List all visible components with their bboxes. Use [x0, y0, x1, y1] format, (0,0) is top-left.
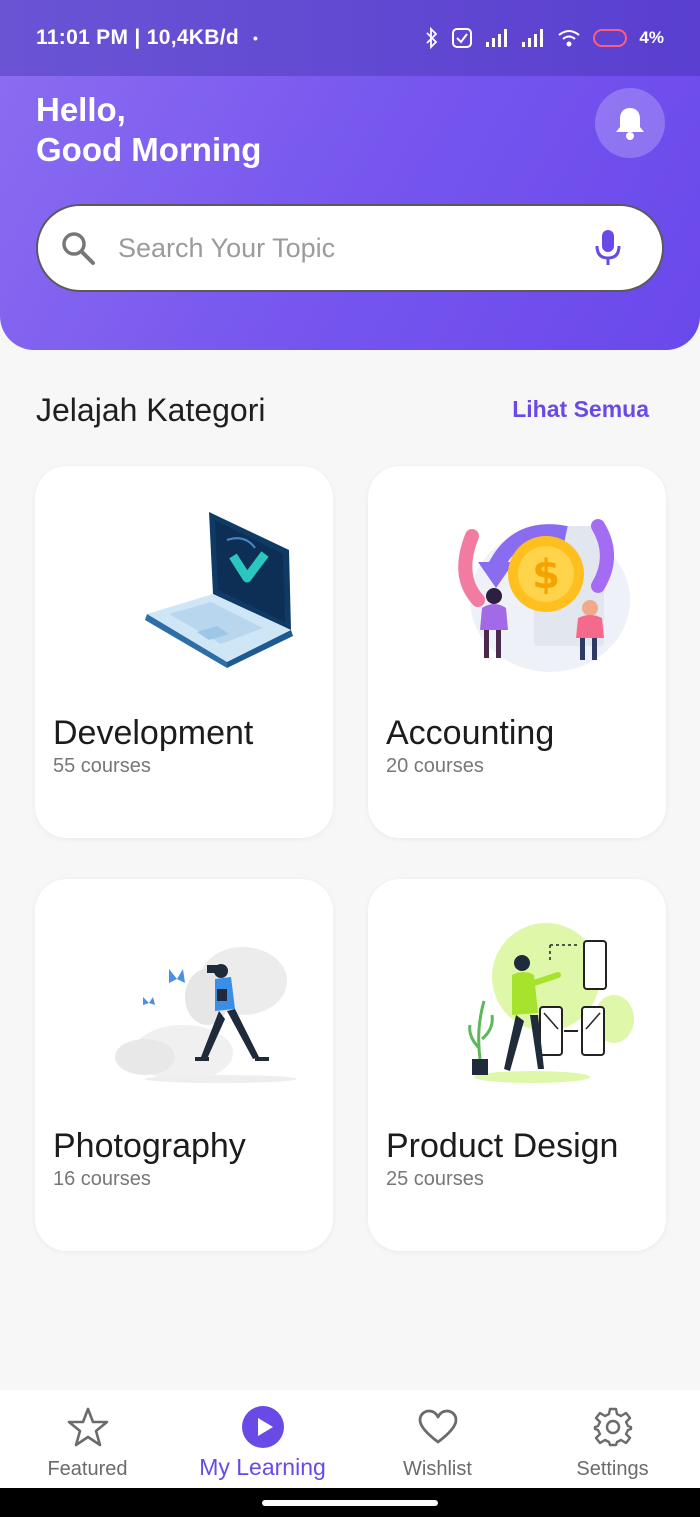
home-indicator[interactable]	[262, 1500, 438, 1506]
category-name: Development	[53, 714, 254, 752]
notification-button[interactable]	[595, 88, 665, 158]
nav-my-learning[interactable]: My Learning	[175, 1390, 350, 1488]
bottom-navigation: Featured My Learning Wishlist Settings	[0, 1390, 700, 1488]
search-icon	[62, 232, 95, 265]
see-all-link[interactable]: Lihat Semua	[512, 396, 649, 423]
nav-featured[interactable]: Featured	[0, 1390, 175, 1488]
greeting: Hello, Good Morning	[36, 90, 261, 170]
gear-icon	[593, 1407, 632, 1447]
photographer-illustration	[115, 947, 297, 1083]
signal-icon	[522, 29, 544, 47]
microphone-icon[interactable]	[594, 228, 622, 268]
nav-featured-label: Featured	[47, 1458, 128, 1480]
category-count: 25 courses	[386, 1168, 484, 1190]
status-bar: 11:01 PM | 10,4KB/d • 4%	[0, 0, 700, 76]
checkbox-icon	[452, 28, 473, 48]
section-title: Jelajah Kategori	[36, 392, 266, 428]
bell-icon	[616, 108, 644, 140]
greeting-line-1: Hello,	[36, 91, 126, 128]
category-count: 55 courses	[53, 755, 151, 777]
status-icons: 4%	[425, 27, 664, 49]
status-time: 11:01 PM | 10,4KB/d	[36, 26, 239, 49]
coin-illustration: $	[458, 519, 630, 672]
nav-wishlist[interactable]: Wishlist	[350, 1390, 525, 1488]
play-icon	[241, 1406, 284, 1448]
search-bar[interactable]	[36, 204, 664, 292]
nav-settings-label: Settings	[576, 1458, 649, 1480]
status-dot: •	[253, 30, 258, 46]
category-card-development[interactable]: Development 55 courses	[35, 466, 333, 838]
category-name: Accounting	[386, 714, 555, 752]
category-name: Photography	[53, 1127, 246, 1165]
greeting-line-2: Good Morning	[36, 131, 262, 168]
nav-settings[interactable]: Settings	[525, 1390, 700, 1488]
search-input[interactable]	[118, 232, 594, 264]
star-icon	[67, 1407, 108, 1447]
nav-my-learning-label: My Learning	[199, 1454, 326, 1480]
category-card-product-design[interactable]: Product Design 25 courses	[368, 879, 666, 1251]
signal-icon	[486, 29, 508, 47]
heart-icon	[418, 1409, 457, 1444]
category-name: Product Design	[386, 1127, 619, 1165]
category-count: 16 courses	[53, 1168, 151, 1190]
header: Hello, Good Morning	[0, 76, 700, 350]
designer-illustration	[468, 923, 634, 1083]
wifi-icon	[558, 30, 581, 47]
bluetooth-icon	[426, 27, 438, 49]
category-count: 20 courses	[386, 755, 484, 777]
category-card-photography[interactable]: Photography 16 courses	[35, 879, 333, 1251]
svg-text:$: $	[532, 552, 560, 598]
nav-wishlist-label: Wishlist	[403, 1458, 472, 1480]
category-card-accounting[interactable]: $ Accounting 20 courses	[368, 466, 666, 838]
battery-icon	[593, 29, 628, 47]
system-navigation-bar	[0, 1488, 700, 1517]
laptop-illustration	[145, 512, 293, 668]
battery-percent: 4%	[639, 28, 664, 47]
